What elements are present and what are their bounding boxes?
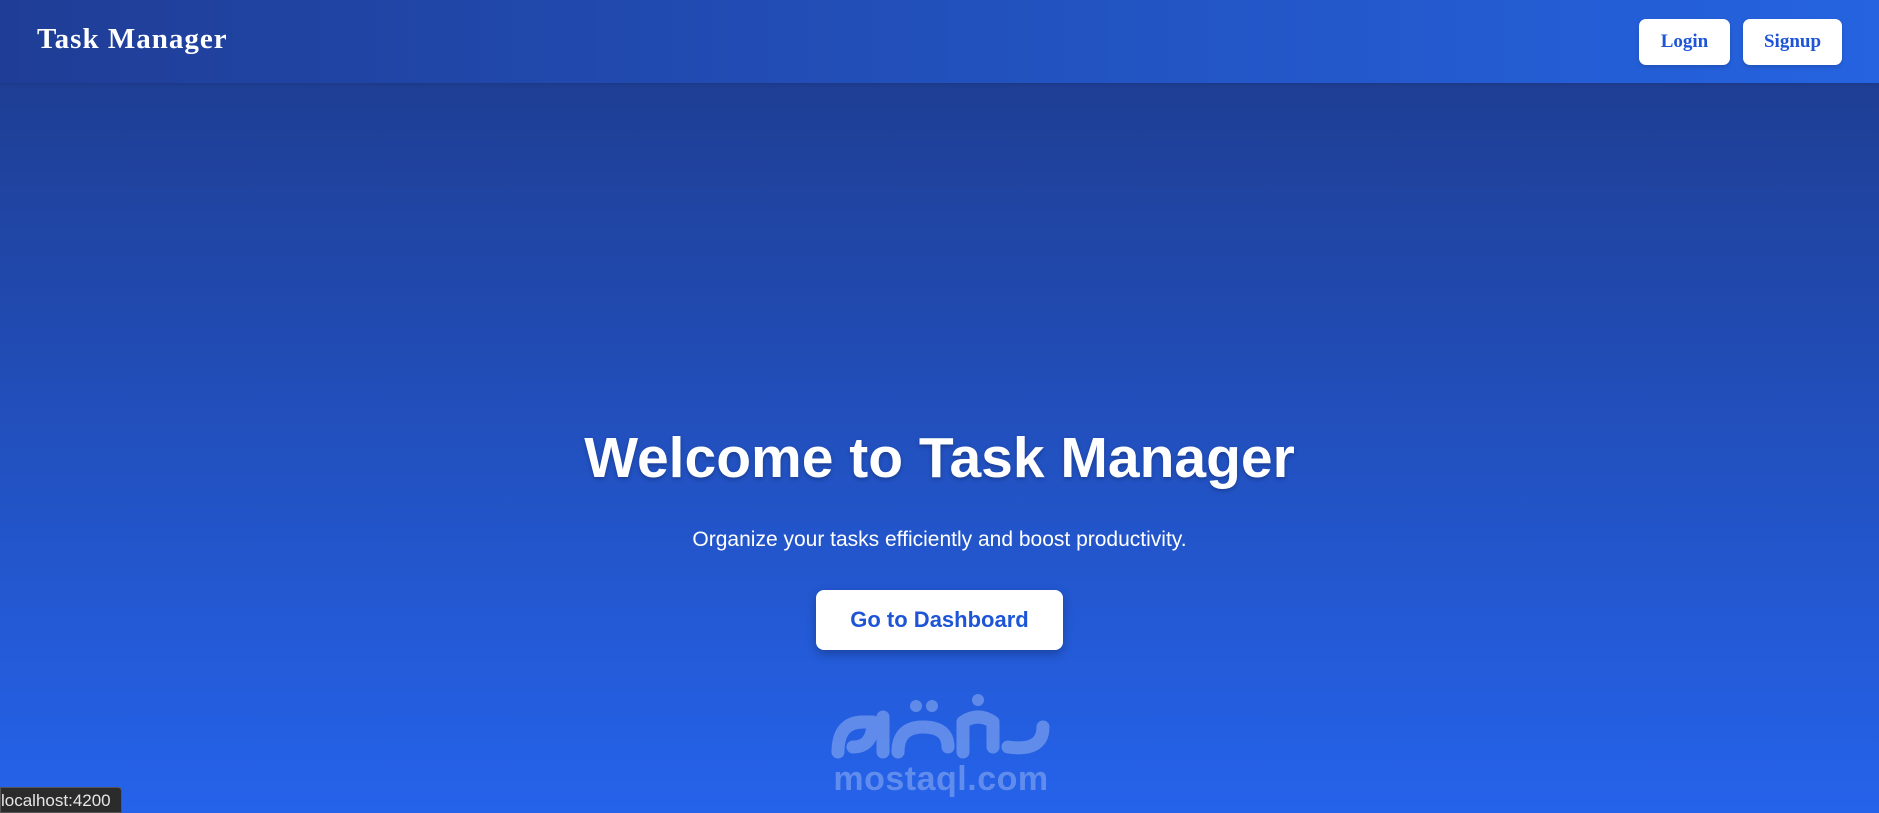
hero-subtitle: Organize your tasks efficiently and boos…	[692, 528, 1187, 551]
go-to-dashboard-button[interactable]: Go to Dashboard	[816, 590, 1063, 650]
top-navbar: Task Manager Login Signup	[0, 0, 1879, 83]
landing-page: Task Manager Login Signup Welcome to Tas…	[0, 0, 1879, 813]
mostaql-logo-icon	[831, 694, 1050, 759]
watermark: mostaql.com	[828, 692, 1054, 798]
status-bar-url: localhost:4200	[0, 787, 122, 813]
login-button[interactable]: Login	[1639, 19, 1730, 65]
watermark-text: mostaql.com	[833, 760, 1049, 798]
hero-title: Welcome to Task Manager	[584, 426, 1295, 490]
signup-button[interactable]: Signup	[1743, 19, 1842, 65]
brand-title[interactable]: Task Manager	[37, 23, 228, 56]
